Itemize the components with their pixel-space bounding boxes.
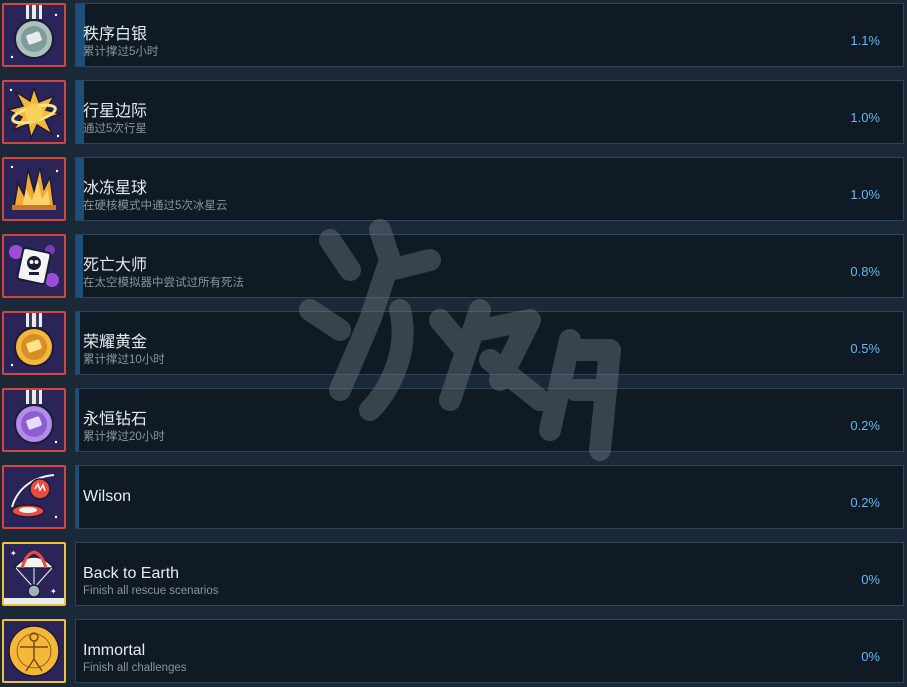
achievement-description: 在太空模拟器中尝试过所有死法 — [83, 277, 244, 289]
achievement-panel: 冰冻星球 在硬核模式中通过5次冰星云 1.0% — [75, 157, 904, 221]
progress-bar — [76, 389, 79, 451]
diamond-medal-icon — [4, 390, 64, 450]
achievement-title: 行星边际 — [83, 103, 148, 120]
death-master-icon — [4, 236, 64, 296]
achievement-panel: 荣耀黄金 累计撑过10小时 0.5% — [75, 311, 904, 375]
achievement-description: Finish all challenges — [83, 662, 187, 674]
achievement-description: 累计撑过10小时 — [83, 354, 165, 366]
achievement-icon-frame — [2, 619, 66, 683]
unlock-percent: 0% — [861, 649, 880, 664]
unlock-percent: 1.0% — [850, 110, 880, 125]
unlock-percent: 1.1% — [850, 33, 880, 48]
achievement-panel: 死亡大师 在太空模拟器中尝试过所有死法 0.8% — [75, 234, 904, 298]
achievement-icon-frame — [2, 311, 66, 375]
achievement-panel: 永恒钻石 累计撑过20小时 0.2% — [75, 388, 904, 452]
achievement-panel: Immortal Finish all challenges 0% — [75, 619, 904, 683]
unlock-percent: 0.2% — [850, 418, 880, 433]
achievement-icon-frame: ✦ ✦ — [2, 542, 66, 606]
gold-medal-icon — [4, 313, 64, 373]
achievement-description: 在硬核模式中通过5次冰星云 — [83, 200, 228, 212]
achievement-panel: 秩序白银 累计撑过5小时 1.1% — [75, 3, 904, 67]
achievement-row[interactable]: 永恒钻石 累计撑过20小时 0.2% — [0, 387, 907, 453]
achievement-list: 秩序白银 累计撑过5小时 1.1% 行星边际 通过5次行星 1.0% 冰冻星球 … — [0, 0, 907, 687]
achievement-description: 累计撑过5小时 — [83, 46, 159, 58]
achievement-title: 荣耀黄金 — [83, 334, 148, 351]
achievement-title: Wilson — [83, 488, 132, 505]
unlock-percent: 0.8% — [850, 264, 880, 279]
unlock-percent: 0% — [861, 572, 880, 587]
achievement-description: Finish all rescue scenarios — [83, 585, 219, 597]
planet-edge-icon — [4, 82, 64, 142]
achievement-title: 冰冻星球 — [83, 180, 148, 197]
achievement-panel: Wilson 0.2% — [75, 465, 904, 529]
unlock-percent: 0.5% — [850, 341, 880, 356]
achievement-icon-frame — [2, 157, 66, 221]
progress-bar — [76, 312, 80, 374]
frozen-planet-icon — [4, 159, 64, 219]
achievement-row[interactable]: 荣耀黄金 累计撑过10小时 0.5% — [0, 310, 907, 376]
achievement-title: Immortal — [83, 642, 146, 659]
progress-bar — [76, 235, 83, 297]
achievement-title: 秩序白银 — [83, 26, 148, 43]
achievement-description: 累计撑过20小时 — [83, 431, 165, 443]
achievement-icon-frame — [2, 388, 66, 452]
immortal-figure-icon — [4, 621, 64, 681]
wilson-icon — [4, 467, 64, 527]
progress-bar — [76, 466, 79, 528]
achievement-row[interactable]: 行星边际 通过5次行星 1.0% — [0, 79, 907, 145]
svg-text:✦: ✦ — [50, 587, 57, 596]
parachute-capsule-icon: ✦ ✦ — [4, 544, 64, 604]
achievement-title: Back to Earth — [83, 565, 180, 582]
achievement-icon-frame — [2, 3, 66, 67]
achievement-row[interactable]: 冰冻星球 在硬核模式中通过5次冰星云 1.0% — [0, 156, 907, 222]
achievement-row[interactable]: ✦ ✦ Back to Earth Finish all rescue scen… — [0, 541, 907, 607]
achievement-row[interactable]: 秩序白银 累计撑过5小时 1.1% — [0, 2, 907, 68]
achievement-row[interactable]: Wilson 0.2% — [0, 464, 907, 530]
achievement-description: 通过5次行星 — [83, 123, 147, 135]
achievement-icon-frame — [2, 80, 66, 144]
achievement-row[interactable]: 死亡大师 在太空模拟器中尝试过所有死法 0.8% — [0, 233, 907, 299]
achievement-icon-frame — [2, 234, 66, 298]
svg-text:✦: ✦ — [10, 549, 17, 558]
silver-medal-icon — [4, 5, 64, 65]
achievement-icon-frame — [2, 465, 66, 529]
achievement-panel: 行星边际 通过5次行星 1.0% — [75, 80, 904, 144]
achievement-title: 死亡大师 — [83, 257, 148, 274]
achievement-title: 永恒钻石 — [83, 411, 148, 428]
unlock-percent: 0.2% — [850, 495, 880, 510]
achievement-row[interactable]: Immortal Finish all challenges 0% — [0, 618, 907, 684]
unlock-percent: 1.0% — [850, 187, 880, 202]
achievement-panel: Back to Earth Finish all rescue scenario… — [75, 542, 904, 606]
